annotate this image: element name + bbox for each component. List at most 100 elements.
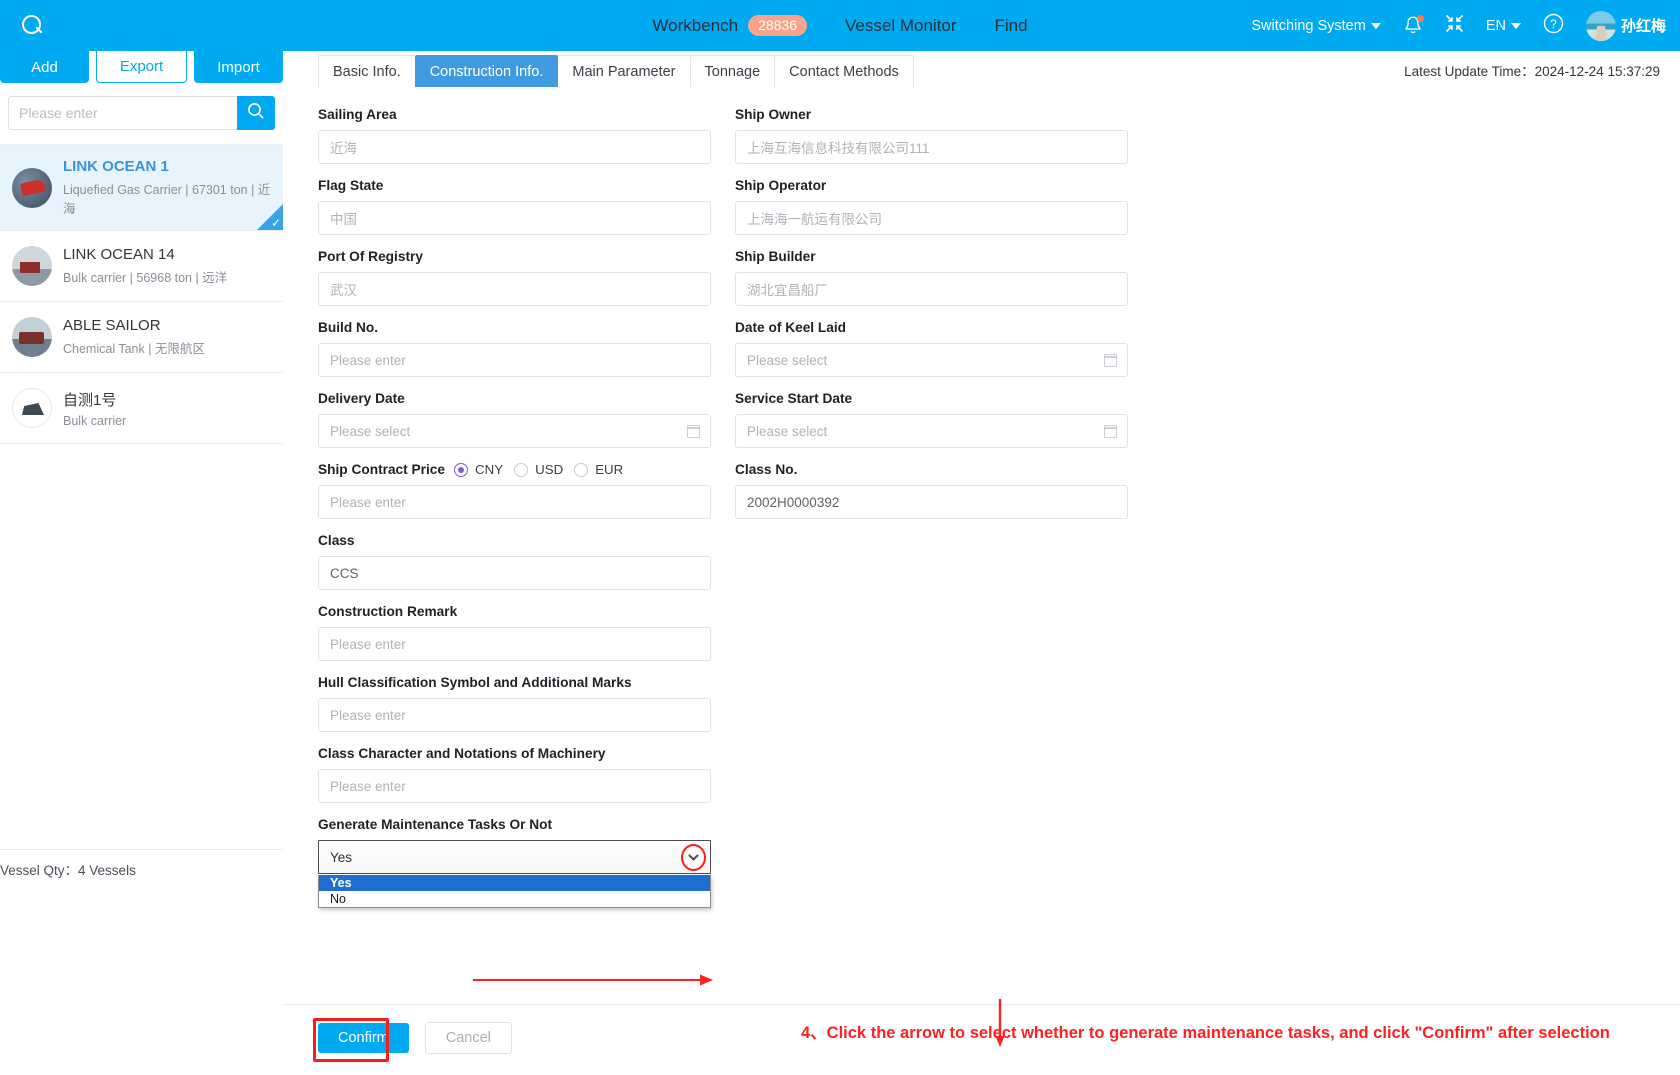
vessel-name: LINK OCEAN 1 [63,158,169,175]
language-selector[interactable]: EN [1486,18,1521,34]
tab-construction-info[interactable]: Construction Info. [414,55,559,87]
confirm-button[interactable]: Confirm [318,1023,409,1053]
date-of-keel-laid-picker[interactable]: Please select [735,343,1128,377]
vessel-list-item-able-sailor[interactable]: ABLE SAILOR Chemical Tank | 无限航区 [0,302,283,373]
field-label: Ship Owner [735,107,812,122]
field-date-of-keel-laid: Date of Keel Laid Please select [735,320,1128,377]
field-label: Class Character and Notations of Machine… [318,746,606,761]
field-label: Service Start Date [735,391,853,406]
field-build-no: Build No. Please enter [318,320,711,377]
latest-update-time-value: 2024-12-24 15:37:29 [1534,64,1660,79]
field-value: 中国 [330,212,357,227]
sailing-area-input[interactable]: 近海 [318,130,711,164]
select-option-no[interactable]: No [319,891,710,907]
generate-maintenance-tasks-select[interactable]: Yes Yes No [318,840,711,908]
vessel-qty-summary: Vessel Qty：4 Vessels [0,859,136,879]
delivery-date-picker[interactable]: Please select [318,414,711,448]
flag-state-input[interactable]: 中国 [318,201,711,235]
ship-operator-input[interactable]: 上海海一航运有限公司 [735,201,1128,235]
field-value: Please select [747,352,828,368]
vessel-qty-label: Vessel Qty： [0,863,79,878]
radio-usd[interactable] [514,462,529,477]
field-class-character-notations: Class Character and Notations of Machine… [318,746,711,803]
field-value: 湖北宜昌船厂 [747,283,828,298]
hull-classification-symbol-input[interactable]: Please enter [318,698,711,732]
vessel-thumbnail-icon [12,246,52,286]
vessel-thumbnail-icon [12,317,52,357]
vessel-name: LINK OCEAN 14 [63,246,175,263]
field-label: Delivery Date [318,391,405,406]
vessel-name: 自测1号 [63,391,117,409]
field-label: Class No. [735,462,798,477]
nav-item-workbench[interactable]: Workbench 28836 [652,15,808,36]
vessel-list-item-link-ocean-1[interactable]: LINK OCEAN 1 Liquefied Gas Carrier | 673… [0,145,283,231]
tab-tonnage[interactable]: Tonnage [689,55,776,87]
add-button[interactable]: Add [0,51,89,83]
currency-radio-group: CNY USD EUR [454,462,627,477]
port-of-registry-input[interactable]: 武汉 [318,272,711,306]
vessel-subtitle: Bulk carrier | 56968 ton | 远洋 [63,271,228,285]
ship-contract-price-input[interactable]: Please enter [318,485,711,519]
tab-basic-info[interactable]: Basic Info. [318,55,416,87]
build-no-input[interactable]: Please enter [318,343,711,377]
class-input[interactable]: CCS [318,556,711,590]
field-label: Class [318,533,355,548]
vessel-thumbnail-icon [12,167,52,208]
avatar [1585,10,1616,41]
nav-item-vessel-monitor[interactable]: Vessel Monitor [845,16,957,36]
radio-label-eur: EUR [595,462,624,477]
field-label: Flag State [318,178,384,193]
radio-eur[interactable] [574,462,589,477]
form-column-right: Ship Owner 上海互海信息科技有限公司111 Ship Operator… [735,107,1128,888]
search-input[interactable] [8,96,237,130]
tab-main-parameter[interactable]: Main Parameter [557,55,691,87]
ship-builder-input[interactable]: 湖北宜昌船厂 [735,272,1128,306]
vessel-list-item-zice-1[interactable]: 自测1号 Bulk carrier [0,373,283,444]
field-flag-state: Flag State 中国 [318,178,711,235]
field-value: Please enter [330,778,406,794]
construction-info-form: Sailing Area 近海 Flag State 中国 Port Of Re… [283,87,1680,908]
help-icon: ? [1543,13,1564,38]
field-value: Please select [747,423,828,439]
tab-contact-methods[interactable]: Contact Methods [774,55,914,87]
ship-owner-input[interactable]: 上海互海信息科技有限公司111 [735,130,1128,164]
select-display[interactable]: Yes [318,840,711,874]
class-character-notations-input[interactable]: Please enter [318,769,711,803]
main-content: Basic Info. Construction Info. Main Para… [283,51,1680,1075]
switching-system-dropdown[interactable]: Switching System [1251,18,1381,34]
field-value: Please enter [330,636,406,652]
field-label: Port Of Registry [318,249,423,264]
field-label: Generate Maintenance Tasks Or Not [318,817,553,832]
field-value: Please enter [330,494,406,510]
help-button[interactable]: ? [1543,13,1564,38]
vessel-thumbnail-icon [12,388,52,428]
field-value: 2002H0000392 [747,494,840,510]
language-label: EN [1485,17,1506,34]
export-button[interactable]: Export [96,51,187,83]
calendar-icon [1104,353,1117,367]
construction-remark-input[interactable]: Please enter [318,627,711,661]
field-value: Please select [330,423,411,439]
class-no-input[interactable]: 2002H0000392 [735,485,1128,519]
user-menu[interactable]: 孙红梅 [1585,10,1666,41]
radio-cny[interactable] [454,462,469,477]
select-option-yes[interactable]: Yes [319,875,710,891]
notifications-button[interactable] [1403,14,1424,37]
cancel-button[interactable]: Cancel [424,1022,512,1054]
collapse-button[interactable] [1445,14,1464,37]
nav-item-find[interactable]: Find [995,16,1028,36]
search-submit-button[interactable] [237,96,275,130]
field-value: CCS [330,565,359,581]
field-value: Please enter [330,352,406,368]
field-ship-contract-price: Ship Contract Price CNY USD EUR Please e… [318,462,711,519]
vessel-list-item-link-ocean-14[interactable]: LINK OCEAN 14 Bulk carrier | 56968 ton |… [0,231,283,302]
nav-label-find: Find [994,15,1028,35]
field-label: Date of Keel Laid [735,320,847,335]
field-ship-builder: Ship Builder 湖北宜昌船厂 [735,249,1128,306]
import-button[interactable]: Import [194,51,283,83]
latest-update-time-label: Latest Update Time： [1404,64,1535,79]
sidebar-search [8,96,275,130]
field-class-no: Class No. 2002H0000392 [735,462,1128,519]
service-start-date-picker[interactable]: Please select [735,414,1128,448]
sidebar-action-buttons: Add Export Import [0,51,283,83]
